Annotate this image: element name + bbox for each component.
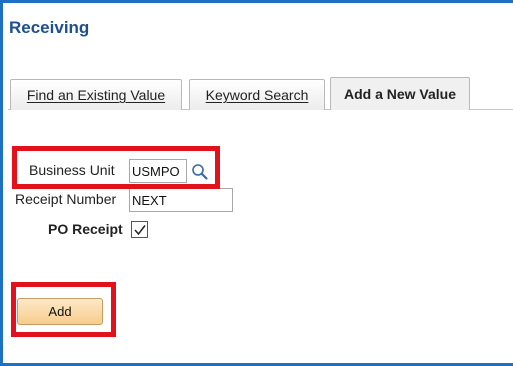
po-receipt-label: PO Receipt (48, 221, 123, 237)
po-receipt-checkbox[interactable] (131, 221, 148, 238)
add-button[interactable]: Add (17, 298, 103, 325)
receipt-number-label: Receipt Number (15, 191, 117, 207)
tab-keyword-search[interactable]: Keyword Search (189, 79, 325, 110)
tab-find-existing-value[interactable]: Find an Existing Value (10, 79, 182, 110)
checkmark-icon (134, 225, 146, 236)
tab-label: Find an Existing Value (26, 87, 166, 103)
tab-label: Keyword Search (205, 87, 309, 103)
tab-label: Add a New Value (343, 86, 457, 102)
receipt-number-input[interactable] (129, 188, 233, 212)
business-unit-highlight (12, 146, 220, 189)
tab-add-new-value[interactable]: Add a New Value (330, 77, 470, 110)
page-title: Receiving (9, 18, 90, 37)
